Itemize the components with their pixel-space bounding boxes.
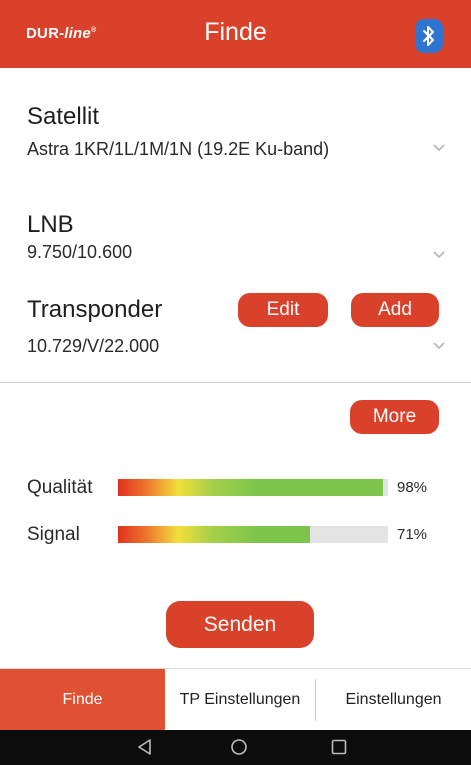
back-triangle-icon[interactable] xyxy=(136,738,154,756)
signal-label: Signal xyxy=(27,524,80,545)
bluetooth-icon xyxy=(423,26,434,46)
transponder-value: 10.729/V/22.000 xyxy=(27,336,160,356)
lnb-label: LNB xyxy=(27,211,74,238)
quality-bar-track xyxy=(118,479,388,496)
quality-bar-fill xyxy=(118,479,383,496)
section-divider xyxy=(0,382,471,383)
quality-label: Qualität xyxy=(27,477,93,498)
tab-finde[interactable]: Finde xyxy=(0,669,165,731)
signal-percent: 71% xyxy=(397,526,428,543)
system-navigation-bar xyxy=(0,730,471,765)
send-button[interactable]: Senden xyxy=(166,601,314,648)
transponder-label: Transponder xyxy=(27,296,163,323)
signal-bar-track xyxy=(118,526,388,543)
edit-transponder-button[interactable]: Edit xyxy=(238,293,328,327)
chevron-down-icon[interactable] xyxy=(432,250,446,260)
bottom-tab-bar: Finde TP Einstellungen Einstellungen xyxy=(0,668,471,731)
tab-einstellungen[interactable]: Einstellungen xyxy=(316,669,471,731)
quality-percent: 98% xyxy=(397,479,428,496)
signal-bar-fill xyxy=(118,526,310,543)
add-transponder-button[interactable]: Add xyxy=(351,293,439,327)
satellite-label: Satellit xyxy=(27,103,100,130)
app-header: DUR-line® Finde xyxy=(0,0,471,68)
satellite-value: Astra 1KR/1L/1M/1N (19.2E Ku-band) xyxy=(27,139,330,159)
chevron-down-icon[interactable] xyxy=(432,341,446,351)
tab-tp-einstellungen[interactable]: TP Einstellungen xyxy=(165,669,315,731)
recents-square-icon[interactable] xyxy=(330,738,348,756)
more-button[interactable]: More xyxy=(350,400,439,434)
home-circle-icon[interactable] xyxy=(230,738,248,756)
lnb-value: 9.750/10.600 xyxy=(27,242,133,262)
page-title: Finde xyxy=(204,18,267,46)
chevron-down-icon[interactable] xyxy=(432,143,446,153)
bluetooth-button[interactable] xyxy=(415,19,443,53)
